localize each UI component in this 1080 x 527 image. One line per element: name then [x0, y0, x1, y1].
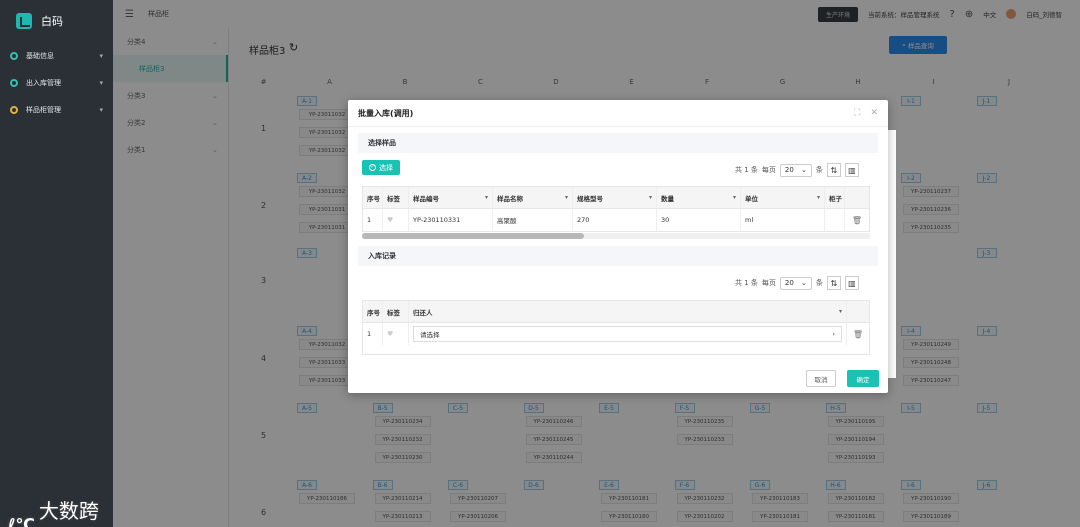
- chevron-down-icon: ▾: [99, 105, 103, 114]
- page-size-select[interactable]: 20 ⌄: [779, 276, 812, 290]
- table-header: 序号 标签 归还人 ▾: [363, 301, 869, 323]
- th-sample-name-label: 样品名称: [497, 194, 523, 203]
- circle-icon: [10, 78, 18, 87]
- app-logo[interactable]: 白码: [0, 0, 113, 42]
- page-size-select[interactable]: 20 ⌄: [779, 163, 812, 177]
- th-actions: [847, 301, 869, 322]
- modal-title: 批量入库(调用): [358, 108, 414, 118]
- table-row: 1 ♥ YP-230110331 高聚酸 270 30 ml 🗑: [363, 209, 869, 231]
- sample-code-cell: YP-230110331: [409, 209, 493, 231]
- heart-icon[interactable]: ♥: [383, 209, 409, 231]
- pager-per-page: 每页: [761, 166, 776, 174]
- chevron-right-icon: ›: [832, 330, 835, 338]
- sort-icon[interactable]: ▾: [839, 308, 842, 315]
- th-sample-code[interactable]: 样品编号 ▾: [409, 187, 493, 208]
- records-table: 序号 标签 归还人 ▾ 1 ♥ 请选择 › 🗑: [362, 300, 870, 355]
- chevron-down-icon: ⌄: [801, 166, 807, 174]
- logo-icon: [16, 13, 32, 29]
- chart-icon[interactable]: ▥: [844, 163, 859, 177]
- th-returner[interactable]: 归还人 ▾: [409, 301, 847, 322]
- section-inbound-records: 入库记录: [358, 246, 878, 266]
- watermark-logo: ℓ℃: [8, 514, 35, 527]
- sort-icon[interactable]: ▾: [485, 194, 488, 201]
- close-icon[interactable]: ✕: [870, 108, 878, 118]
- th-index: 序号: [363, 187, 383, 208]
- watermark: ℓ℃ 大数跨境: [8, 495, 113, 527]
- sidebar-item[interactable]: 样品柜管理 ▾: [0, 96, 113, 123]
- th-qty-label: 数量: [661, 194, 674, 203]
- th-qty[interactable]: 数量 ▾: [657, 187, 741, 208]
- sidebar-item-label: 样品柜管理: [26, 105, 61, 114]
- check-circle-icon: ✓: [369, 164, 376, 171]
- column-settings-icon[interactable]: ⇅: [826, 163, 841, 177]
- th-spec[interactable]: 规格型号 ▾: [573, 187, 657, 208]
- table-header: 序号 标签 样品编号 ▾ 样品名称 ▾ 规格型号 ▾ 数量 ▾ 单位 ▾ 柜子: [363, 187, 869, 209]
- sidebar-item[interactable]: 出入库管理 ▾: [0, 69, 113, 96]
- th-sample-name[interactable]: 样品名称 ▾: [493, 187, 573, 208]
- select-button-label: 选择: [379, 163, 393, 172]
- sample-name-cell: 高聚酸: [493, 209, 573, 231]
- th-tag: 标签: [383, 301, 409, 322]
- pager-records: 共 1 条 每页 20 ⌄ 条 ⇅ ▥: [735, 276, 859, 290]
- sort-icon[interactable]: ▾: [817, 194, 820, 201]
- sidebar-item-label: 出入库管理: [26, 78, 61, 87]
- row-index: 1: [363, 323, 383, 345]
- th-unit[interactable]: 单位 ▾: [741, 187, 825, 208]
- delete-icon[interactable]: 🗑: [847, 323, 869, 345]
- batch-inbound-modal: 批量入库(调用) ⛶ ✕ 选择样品 ✓ 选择 共 1 条 每页 20 ⌄ 条 ⇅ …: [348, 100, 888, 393]
- horizontal-scrollbar[interactable]: [362, 233, 870, 239]
- watermark-text: 大数跨境: [38, 499, 99, 523]
- page-size-value: 20: [784, 279, 794, 287]
- sidebar: 白码 基础信息 ▾ 出入库管理 ▾ 样品柜管理 ▾ ℓ℃ 大数跨境: [0, 0, 113, 527]
- th-actions: [845, 187, 869, 208]
- sort-icon[interactable]: ▾: [649, 194, 652, 201]
- heart-icon[interactable]: ♥: [383, 323, 409, 345]
- pager-per-page: 每页: [761, 279, 776, 287]
- column-settings-icon[interactable]: ⇅: [826, 276, 841, 290]
- th-unit-label: 单位: [745, 194, 758, 203]
- confirm-button[interactable]: 确定: [847, 370, 879, 387]
- select-button[interactable]: ✓ 选择: [362, 160, 400, 175]
- unit-cell[interactable]: ml: [741, 209, 825, 231]
- pager-unit: 条: [815, 166, 823, 174]
- sort-icon[interactable]: ▾: [565, 194, 568, 201]
- modal-header: 批量入库(调用) ⛶ ✕: [348, 100, 888, 127]
- delete-icon[interactable]: 🗑: [845, 209, 869, 231]
- fullscreen-icon[interactable]: ⛶: [854, 108, 860, 118]
- th-returner-label: 归还人: [413, 308, 433, 317]
- th-sample-code-label: 样品编号: [413, 194, 439, 203]
- table-row: 1 ♥ 请选择 › 🗑: [363, 323, 869, 345]
- pager-total: 共 1 条: [735, 166, 758, 174]
- th-cabinet: 柜子: [825, 187, 845, 208]
- cabinet-cell[interactable]: [825, 209, 845, 231]
- sort-icon[interactable]: ▾: [733, 194, 736, 201]
- circle-icon: [10, 105, 18, 114]
- section-select-samples: 选择样品: [358, 133, 878, 153]
- sidebar-item-label: 基础信息: [26, 51, 54, 60]
- th-spec-label: 规格型号: [577, 194, 603, 203]
- samples-table: 序号 标签 样品编号 ▾ 样品名称 ▾ 规格型号 ▾ 数量 ▾ 单位 ▾ 柜子 1 ♥ Y…: [362, 186, 870, 232]
- page-size-value: 20: [784, 166, 794, 174]
- sidebar-item[interactable]: 基础信息 ▾: [0, 42, 113, 69]
- returner-select[interactable]: 请选择 ›: [413, 326, 842, 342]
- chart-icon[interactable]: ▥: [844, 276, 859, 290]
- returner-placeholder: 请选择: [420, 331, 440, 339]
- pager-total: 共 1 条: [735, 279, 758, 287]
- pager-samples: 共 1 条 每页 20 ⌄ 条 ⇅ ▥: [735, 163, 859, 177]
- qty-cell[interactable]: 30: [657, 209, 741, 231]
- returner-cell: 请选择 ›: [409, 323, 847, 345]
- row-index: 1: [363, 209, 383, 231]
- circle-icon: [10, 51, 18, 60]
- chevron-down-icon: ▾: [99, 78, 103, 87]
- modal-backdrop-panel: [888, 130, 896, 378]
- pager-unit: 条: [815, 279, 823, 287]
- logo-text: 白码: [41, 15, 63, 28]
- spec-cell[interactable]: 270: [573, 209, 657, 231]
- chevron-down-icon: ▾: [99, 51, 103, 60]
- th-index: 序号: [363, 301, 383, 322]
- scrollbar-thumb[interactable]: [362, 233, 584, 239]
- cancel-button[interactable]: 取消: [806, 370, 836, 387]
- th-tag: 标签: [383, 187, 409, 208]
- chevron-down-icon: ⌄: [801, 279, 807, 287]
